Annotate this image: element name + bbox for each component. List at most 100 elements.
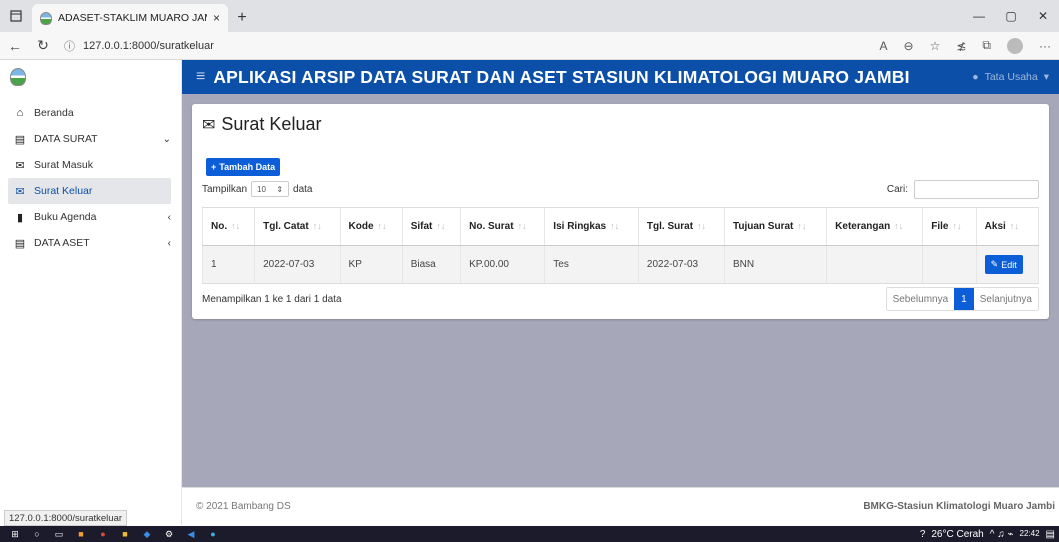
brand[interactable] [0, 60, 181, 94]
windows-start-icon[interactable]: ⊞ [4, 526, 26, 542]
footer-org: BMKG-Stasiun Klimatologi Muaro Jambi [863, 501, 1055, 512]
tab-title: ADASET-STAKLIM MUARO JAMBI [58, 12, 207, 24]
page-length-control: Tampilkan 10 ⇕ data [202, 181, 313, 197]
sort-icon: ↑↓ [1009, 221, 1019, 231]
cell-aksi: ✎ Edit [975, 245, 1040, 284]
favorite-add-icon[interactable]: ☆ [930, 39, 941, 53]
sidebar-item-buku-agenda[interactable]: ▮ Buku Agenda ‹ [0, 204, 181, 230]
col-header-tgl-catat[interactable]: Tgl. Catat ↑↓ [254, 207, 341, 246]
cell-sifat: Biasa [401, 245, 461, 284]
sort-icon: ↑↓ [312, 221, 322, 231]
col-header-keterangan[interactable]: Keterangan ↑↓ [826, 207, 923, 246]
sort-icon: ↑↓ [517, 221, 527, 231]
col-header-file[interactable]: File ↑↓ [922, 207, 977, 246]
tab-close-icon[interactable]: × [213, 11, 220, 25]
col-header-no[interactable]: No. ↑↓ [201, 207, 255, 246]
read-aloud-icon[interactable]: A [880, 39, 888, 53]
search-control: Cari: [887, 180, 1039, 199]
favorites-icon[interactable]: ≴ [956, 39, 966, 53]
user-menu[interactable]: ● Tata Usaha ▾ [972, 60, 1049, 94]
help-icon[interactable]: ? [920, 529, 926, 540]
clock[interactable]: 22:42 [1020, 530, 1040, 538]
sidebar-item-surat-masuk[interactable]: ✉ Surat Masuk [0, 152, 181, 178]
col-header-isi-ringkas[interactable]: Isi Ringkas ↑↓ [544, 207, 639, 246]
cell-isi-ringkas: Tes [544, 245, 639, 284]
sidebar: ⌂ Beranda ▤ DATA SURAT ⌄ ✉ Surat Masuk ✉… [0, 60, 182, 525]
sidebar-item-surat-keluar[interactable]: ✉ Surat Keluar [8, 178, 171, 204]
close-window-icon[interactable]: ✕ [1027, 0, 1059, 32]
browser-tab[interactable]: ADASET-STAKLIM MUARO JAMBI × [32, 4, 228, 32]
data-icon: ▤ [14, 237, 26, 250]
home-icon: ⌂ [16, 107, 24, 119]
sidebar-item-data-aset[interactable]: ▤ DATA ASET ‹ [0, 230, 181, 256]
cell-tgl-surat: 2022-07-03 [637, 245, 725, 284]
back-icon[interactable]: ← [8, 38, 22, 54]
col-header-tujuan-surat[interactable]: Tujuan Surat ↑↓ [723, 207, 827, 246]
tab-actions-icon[interactable] [0, 0, 32, 32]
app-icon[interactable]: ● [202, 526, 224, 542]
add-data-label: Tambah Data [219, 162, 276, 172]
search-icon[interactable]: ○ [26, 526, 48, 542]
app-icon[interactable]: ⚙ [158, 526, 180, 542]
col-header-kode[interactable]: Kode ↑↓ [339, 207, 403, 246]
profile-icon[interactable] [1007, 37, 1023, 54]
sidebar-item-label: DATA ASET [34, 237, 90, 249]
edit-label: Edit [1001, 259, 1017, 270]
reload-icon[interactable]: ↻ [36, 37, 50, 54]
app-icon[interactable]: ■ [114, 526, 136, 542]
taskview-icon[interactable]: ▭ [48, 526, 70, 542]
col-header-tgl-surat[interactable]: Tgl. Surat ↑↓ [637, 207, 725, 246]
col-header-aksi[interactable]: Aksi ↑↓ [975, 207, 1040, 246]
page-1-button[interactable]: 1 [954, 288, 974, 310]
col-header-no-surat[interactable]: No. Surat ↑↓ [460, 207, 545, 246]
taskbar: ⊞ ○ ▭ ■ ● ■ ◆ ⚙ ◀ ● ? 26°C Cerah ^ ♫ ⌁ 2… [0, 526, 1059, 542]
data-label: data [293, 183, 313, 195]
content-area: ✉ Surat Keluar + Tambah Data Tampilkan 1… [182, 94, 1059, 487]
data-icon: ▤ [14, 133, 26, 146]
add-data-button[interactable]: + Tambah Data [206, 158, 281, 176]
app-icon[interactable]: ● [92, 526, 114, 542]
tray-icons[interactable]: ^ ♫ ⌁ [990, 529, 1014, 540]
app-icon[interactable]: ◆ [136, 526, 158, 542]
menu-toggle-icon[interactable]: ≡ [196, 68, 205, 86]
url-field[interactable]: ⓘ 127.0.0.1:8000/suratkeluar [64, 38, 866, 54]
info-icon: ⓘ [64, 40, 75, 53]
table-header-row: No. ↑↓ Tgl. Catat ↑↓ Kode ↑↓ Sifat ↑↓ No. Su… [201, 207, 1040, 246]
user-icon: ● [972, 71, 979, 83]
footer: © 2021 Bambang DS BMKG-Stasiun Klimatolo… [182, 487, 1059, 525]
status-url-bubble: 127.0.0.1:8000/suratkeluar [4, 510, 128, 526]
browser-toolbar: A ⊖ ☆ ≴ ⧉ ··· [880, 37, 1051, 54]
notification-icon[interactable]: ▤ [1046, 529, 1055, 540]
table-row: 1 2022-07-03 KP Biasa KP.00.00 Tes 2022-… [201, 245, 1040, 284]
system-tray: ? 26°C Cerah ^ ♫ ⌁ 22:42 ▤ [920, 526, 1055, 542]
search-label: Cari: [886, 184, 908, 195]
new-tab-button[interactable]: + [228, 4, 256, 32]
col-header-sifat[interactable]: Sifat ↑↓ [401, 207, 461, 246]
collections-icon[interactable]: ⧉ [982, 38, 991, 53]
prev-page-button[interactable]: Sebelumnya [887, 288, 955, 310]
page-length-select[interactable]: 10 ⇕ [251, 181, 290, 197]
app-icon[interactable]: ■ [70, 526, 92, 542]
pagination: Sebelumnya 1 Selanjutnya [885, 287, 1039, 311]
sidebar-item-beranda[interactable]: ⌂ Beranda [0, 100, 181, 126]
weather-text[interactable]: 26°C Cerah [931, 529, 983, 540]
minimize-icon[interactable]: — [963, 0, 995, 32]
footer-copyright: © 2021 Bambang DS [196, 501, 291, 512]
next-page-button[interactable]: Selanjutnya [974, 288, 1038, 310]
zoom-icon[interactable]: ⊖ [904, 39, 914, 53]
surat-keluar-card: ✉ Surat Keluar + Tambah Data Tampilkan 1… [192, 104, 1049, 319]
more-icon[interactable]: ··· [1039, 39, 1051, 53]
restore-icon[interactable]: ▢ [995, 0, 1027, 32]
show-label: Tampilkan [202, 183, 248, 195]
sort-icon: ↑↓ [377, 221, 387, 231]
browser-tabstrip: ADASET-STAKLIM MUARO JAMBI × + — ▢ ✕ [0, 0, 1059, 32]
app-icon[interactable]: ◀ [180, 526, 202, 542]
cell-tujuan-surat: BNN [723, 245, 827, 284]
search-input[interactable] [914, 180, 1039, 199]
sidebar-item-label: Buku Agenda [34, 211, 97, 223]
select-arrows-icon: ⇕ [276, 184, 284, 194]
edit-button[interactable]: ✎ Edit [984, 255, 1023, 274]
sidebar-item-data-surat[interactable]: ▤ DATA SURAT ⌄ [0, 126, 181, 152]
url-text: 127.0.0.1:8000/suratkeluar [83, 39, 214, 52]
envelope-icon: ✉ [15, 159, 25, 172]
